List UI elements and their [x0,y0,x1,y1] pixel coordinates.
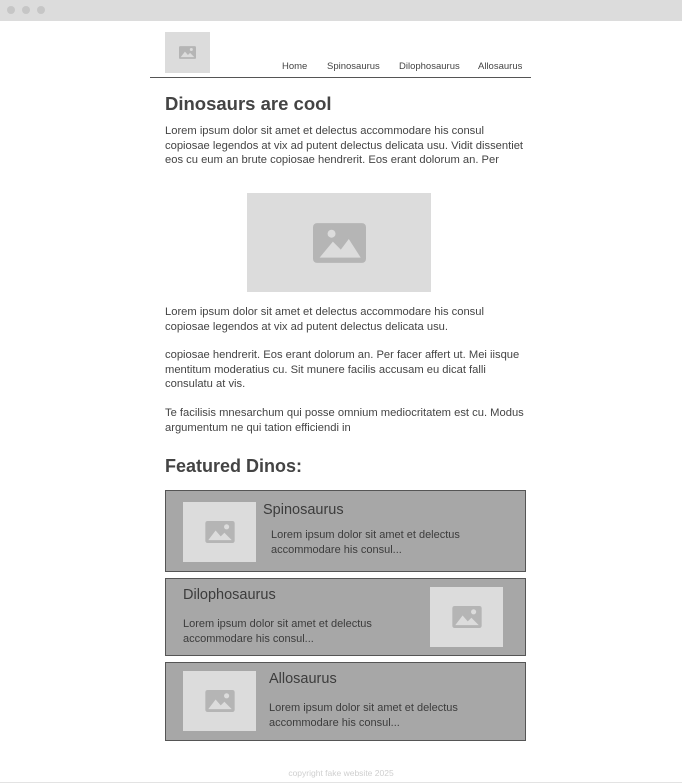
window-titlebar [0,0,682,21]
card-image [183,671,256,731]
featured-card-allosaurus[interactable]: Allosaurus Lorem ipsum dolor sit amet et… [165,662,526,741]
card-image [430,587,503,647]
image-placeholder-icon [179,46,196,59]
card-text: Lorem ipsum dolor sit amet et delectus a… [183,618,372,645]
featured-title: Featured Dinos: [165,456,303,476]
card-image [183,502,256,562]
card-text: Lorem ipsum dolor sit amet et delectus a… [271,529,460,556]
window-maximize-button[interactable] [37,6,45,14]
card-text: Lorem ipsum dolor sit amet et delectus a… [269,702,458,729]
image-placeholder-icon [451,606,482,628]
card-title: Allosaurus [269,671,337,687]
page-title: Dinosaurs are cool [165,93,332,114]
main-nav: Home Spinosaurus Dilophosaurus Allosauru… [150,61,531,75]
hero-image [247,193,431,292]
body-paragraph: Lorem ipsum dolor sit amet et delectus a… [165,306,484,333]
image-placeholder-icon [204,690,235,712]
nav-spinosaurus[interactable]: Spinosaurus [327,61,380,72]
featured-card-spinosaurus[interactable]: Spinosaurus Lorem ipsum dolor sit amet e… [165,490,526,572]
featured-card-dilophosaurus[interactable]: Dilophosaurus Lorem ipsum dolor sit amet… [165,578,526,656]
nav-home[interactable]: Home [282,61,307,72]
nav-dilophosaurus[interactable]: Dilophosaurus [399,61,460,72]
card-title: Dilophosaurus [183,587,276,603]
nav-allosaurus[interactable]: Allosaurus [478,61,522,72]
site-footer: copyright fake website 2025 [288,768,394,778]
card-title: Spinosaurus [263,502,344,518]
body-paragraph: Te facilisis mnesarchum qui posse omnium… [165,407,524,434]
intro-paragraph: Lorem ipsum dolor sit amet et delectus a… [165,125,524,166]
image-placeholder-icon [312,222,366,263]
window-close-button[interactable] [7,6,15,14]
window-minimize-button[interactable] [22,6,30,14]
site-header: Home Spinosaurus Dilophosaurus Allosauru… [150,28,531,78]
body-paragraph: copiosae hendrerit. Eos erant dolorum an… [165,349,520,390]
image-placeholder-icon [204,521,235,543]
